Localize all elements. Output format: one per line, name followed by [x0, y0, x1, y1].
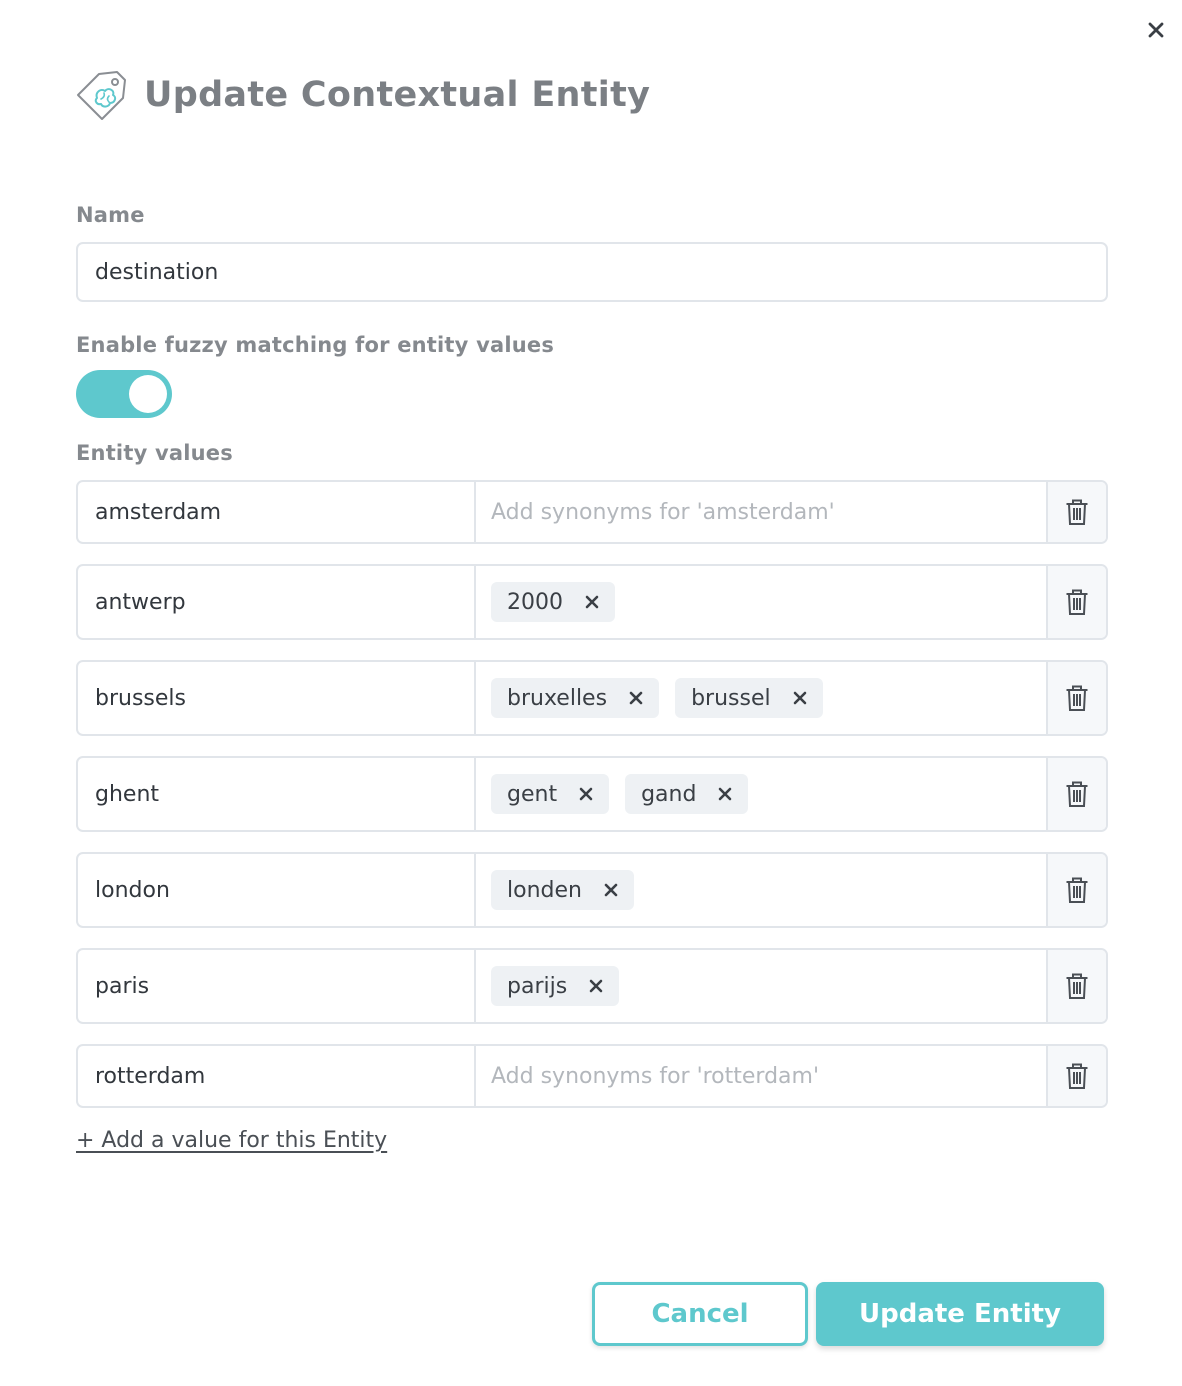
update-entity-dialog: Update Contextual Entity Name Enable fuz…	[0, 0, 1182, 1386]
entity-value-row: london londen	[76, 852, 1108, 928]
synonym-chip-label: parijs	[507, 973, 568, 999]
remove-synonym-icon[interactable]	[579, 787, 593, 801]
trash-icon	[1066, 589, 1088, 615]
entity-value-input[interactable]: rotterdam	[78, 1046, 476, 1106]
delete-value-button[interactable]	[1046, 662, 1106, 734]
fuzzy-matching-toggle[interactable]	[76, 370, 172, 418]
remove-synonym-icon[interactable]	[604, 883, 618, 897]
synonym-chip-label: brussel	[691, 685, 771, 711]
name-label: Name	[76, 203, 145, 227]
synonym-chip-label: bruxelles	[507, 685, 608, 711]
synonym-chip-label: londen	[507, 877, 582, 903]
remove-synonym-icon[interactable]	[793, 691, 807, 705]
synonym-chip: gand	[625, 774, 749, 814]
entity-value-row: paris parijs	[76, 948, 1108, 1024]
synonym-chip-label: 2000	[507, 589, 563, 615]
delete-value-button[interactable]	[1046, 566, 1106, 638]
delete-value-button[interactable]	[1046, 950, 1106, 1022]
cancel-button[interactable]: Cancel	[592, 1282, 808, 1346]
dialog-header: Update Contextual Entity	[75, 68, 650, 122]
synonym-chip-label: gand	[641, 781, 697, 807]
entity-value-input[interactable]: antwerp	[78, 566, 476, 638]
entity-values-list: amsterdam Add synonyms for 'amsterdam' a…	[76, 480, 1108, 1128]
delete-value-button[interactable]	[1046, 758, 1106, 830]
entity-value-row: antwerp 2000	[76, 564, 1108, 640]
delete-value-button[interactable]	[1046, 854, 1106, 926]
name-input[interactable]	[76, 242, 1108, 302]
synonyms-input[interactable]: parijs	[476, 950, 1046, 1022]
entity-values-label: Entity values	[76, 441, 233, 465]
entity-value-row: ghent gent gand	[76, 756, 1108, 832]
entity-value-input[interactable]: brussels	[78, 662, 476, 734]
delete-value-button[interactable]	[1046, 1046, 1106, 1106]
entity-value-row: brussels bruxelles brussel	[76, 660, 1108, 736]
entity-value-input[interactable]: paris	[78, 950, 476, 1022]
remove-synonym-icon[interactable]	[718, 787, 732, 801]
synonyms-placeholder: Add synonyms for 'amsterdam'	[491, 499, 835, 525]
remove-synonym-icon[interactable]	[589, 979, 603, 993]
entity-value-row: amsterdam Add synonyms for 'amsterdam'	[76, 480, 1108, 544]
synonyms-input[interactable]: bruxelles brussel	[476, 662, 1046, 734]
add-value-link[interactable]: + Add a value for this Entity	[76, 1128, 387, 1153]
entity-value-row: rotterdam Add synonyms for 'rotterdam'	[76, 1044, 1108, 1108]
synonym-chip: bruxelles	[491, 678, 660, 718]
synonym-chip-label: gent	[507, 781, 558, 807]
synonyms-input[interactable]: gent gand	[476, 758, 1046, 830]
delete-value-button[interactable]	[1046, 482, 1106, 542]
synonyms-input[interactable]: londen	[476, 854, 1046, 926]
update-entity-button[interactable]: Update Entity	[816, 1282, 1104, 1346]
entity-value-input[interactable]: amsterdam	[78, 482, 476, 542]
synonym-chip: brussel	[675, 678, 823, 718]
synonym-chip: 2000	[491, 582, 615, 622]
trash-icon	[1066, 973, 1088, 999]
close-icon[interactable]	[1143, 17, 1169, 43]
fuzzy-matching-label: Enable fuzzy matching for entity values	[76, 333, 555, 357]
toggle-knob	[129, 375, 167, 413]
synonym-chip: londen	[491, 870, 634, 910]
trash-icon	[1066, 877, 1088, 903]
synonyms-input[interactable]: Add synonyms for 'amsterdam'	[476, 482, 1046, 542]
trash-icon	[1066, 1063, 1088, 1089]
entity-value-input[interactable]: london	[78, 854, 476, 926]
trash-icon	[1066, 781, 1088, 807]
remove-synonym-icon[interactable]	[585, 595, 599, 609]
dialog-title: Update Contextual Entity	[144, 75, 651, 115]
synonyms-input[interactable]: Add synonyms for 'rotterdam'	[476, 1046, 1046, 1106]
remove-synonym-icon[interactable]	[629, 691, 643, 705]
trash-icon	[1066, 685, 1088, 711]
synonym-chip: parijs	[491, 966, 620, 1006]
entity-value-input[interactable]: ghent	[78, 758, 476, 830]
trash-icon	[1066, 499, 1088, 525]
synonyms-input[interactable]: 2000	[476, 566, 1046, 638]
synonyms-placeholder: Add synonyms for 'rotterdam'	[491, 1063, 820, 1089]
entity-tag-icon	[77, 71, 126, 120]
synonym-chip: gent	[491, 774, 610, 814]
